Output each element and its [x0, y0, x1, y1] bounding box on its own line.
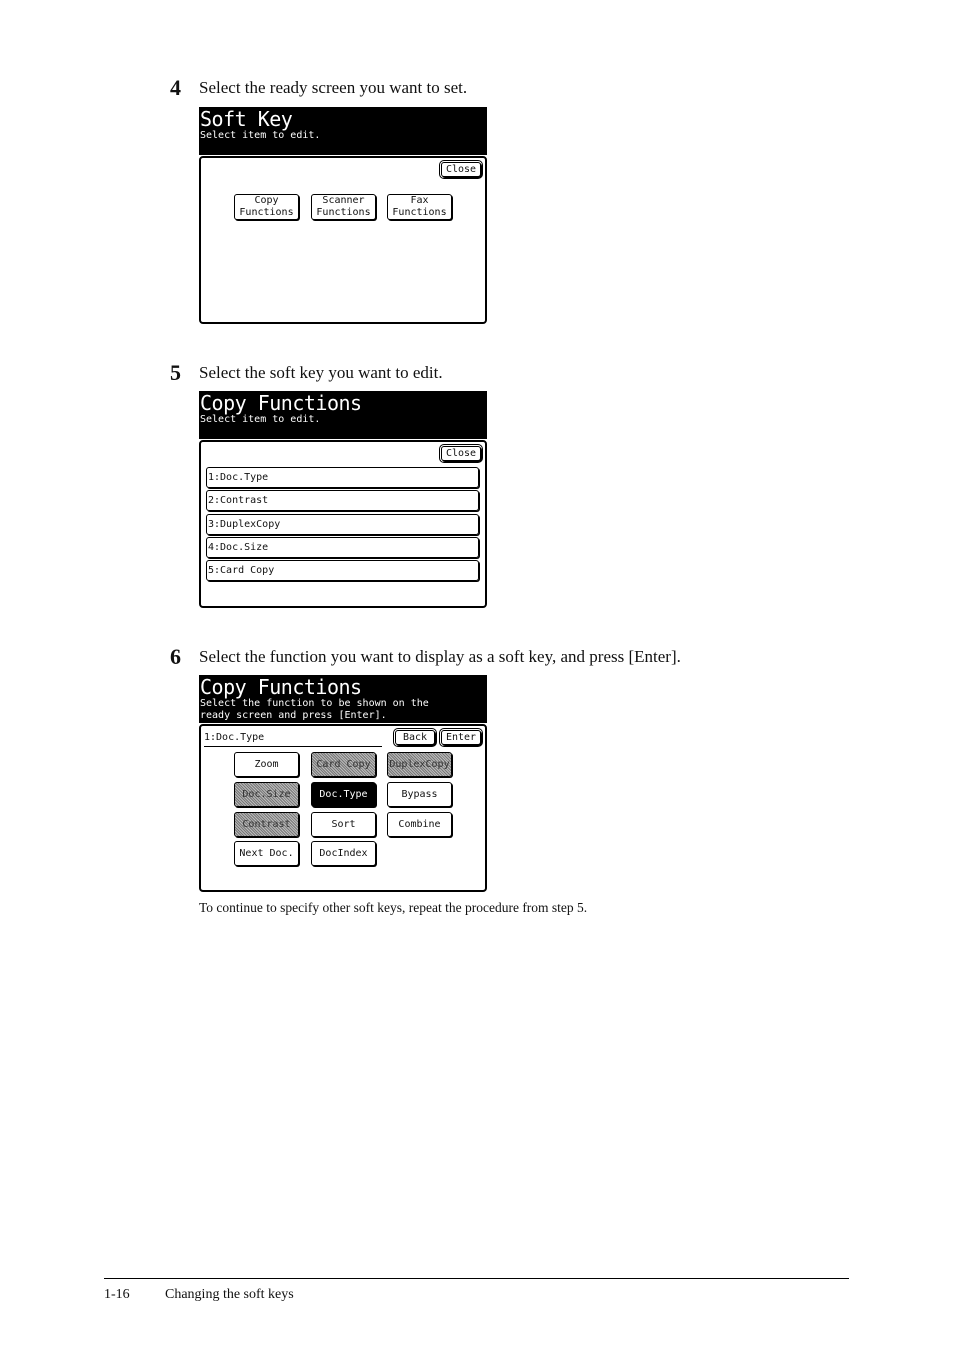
back-button[interactable]: Back — [393, 728, 437, 747]
screen-header: Soft Key Select item to edit. — [199, 107, 487, 155]
copy-functions-button[interactable]: Copy Functions — [234, 194, 299, 220]
section-title: Changing the soft keys — [165, 1287, 294, 1302]
enter-button[interactable]: Enter — [439, 728, 483, 747]
note-text: To continue to specify other soft keys, … — [199, 900, 588, 915]
function-button-duplexcopy: DuplexCopy — [387, 752, 452, 777]
step-text: Select the soft key you want to edit. — [199, 363, 443, 382]
list-item[interactable]: 2:Contrast — [206, 490, 479, 511]
function-button-bypass[interactable]: Bypass — [387, 782, 452, 807]
step-text: Select the ready screen you want to set. — [199, 78, 468, 97]
footer-divider — [104, 1278, 849, 1279]
function-button-doc-type[interactable]: Doc.Type — [311, 782, 376, 807]
step-text: Select the function you want to display … — [199, 647, 681, 666]
close-button[interactable]: Close — [439, 160, 483, 179]
function-button-sort[interactable]: Sort — [311, 812, 376, 837]
function-button-contrast: Contrast — [234, 812, 299, 837]
function-button-next-doc-[interactable]: Next Doc. — [234, 841, 299, 866]
fax-functions-button[interactable]: Fax Functions — [387, 194, 452, 220]
screen-title: Copy Functions — [200, 675, 362, 699]
function-button-card-copy: Card Copy — [311, 752, 376, 777]
function-button-zoom[interactable]: Zoom — [234, 752, 299, 777]
copy-functions-screen: Copy Functions Select item to edit. Clos… — [199, 391, 487, 608]
screen-body: 1:Doc.Type Back Enter Zoom Card Copy Duple… — [199, 724, 487, 892]
scanner-functions-button[interactable]: Scanner Functions — [311, 194, 376, 220]
function-button-doc-size: Doc.Size — [234, 782, 299, 807]
list-item[interactable]: 1:Doc.Type — [206, 467, 479, 488]
screen-body: Close 1:Doc.Type 2:Contrast 3:DuplexCopy… — [199, 440, 487, 608]
function-button-docindex[interactable]: DocIndex — [311, 841, 376, 866]
screen-subtitle: Select the function to be shown on the re… — [200, 698, 429, 721]
list-item[interactable]: 3:DuplexCopy — [206, 514, 479, 535]
close-button[interactable]: Close — [439, 444, 483, 463]
soft-key-screen: Soft Key Select item to edit. Close Copy… — [199, 107, 487, 324]
screen-subtitle: Select item to edit. — [200, 414, 321, 425]
selected-field: 1:Doc.Type — [204, 730, 382, 747]
list-item[interactable]: 5:Card Copy — [206, 560, 479, 581]
function-select-screen: Copy Functions Select the function to be… — [199, 675, 487, 892]
screen-title: Soft Key — [200, 107, 293, 131]
function-button-combine[interactable]: Combine — [387, 812, 452, 837]
screen-body: Close Copy Functions Scanner Functions Fax… — [199, 156, 487, 324]
screen-header: Copy Functions Select the function to be… — [199, 675, 487, 723]
step-number: 5 — [170, 360, 181, 385]
step-number: 6 — [170, 644, 181, 669]
page-number: 1-16 — [104, 1287, 130, 1302]
step-number: 4 — [170, 75, 181, 100]
screen-subtitle: Select item to edit. — [200, 130, 321, 141]
screen-header: Copy Functions Select item to edit. — [199, 391, 487, 439]
screen-title: Copy Functions — [200, 391, 362, 415]
list-item[interactable]: 4:Doc.Size — [206, 537, 479, 558]
